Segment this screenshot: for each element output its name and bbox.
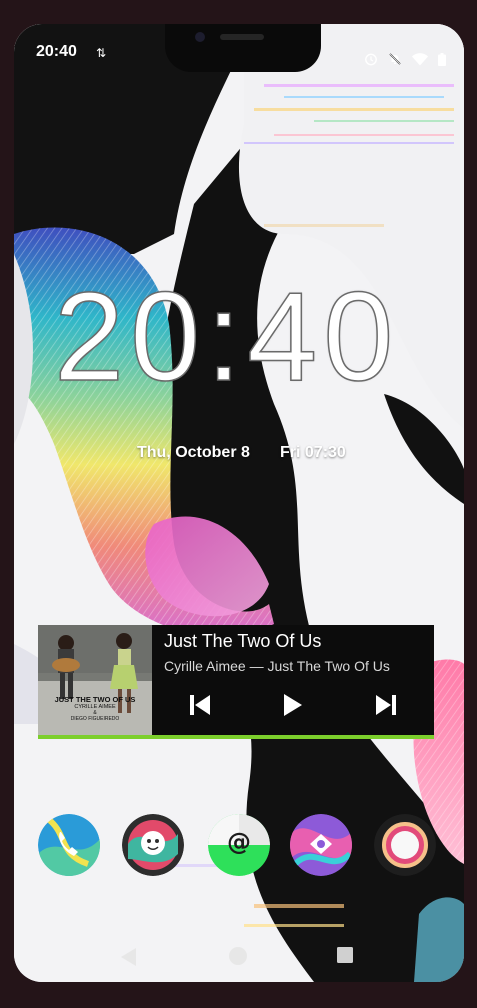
lock-screen: 20:40 ⇅ 20:40 Thu, October 8 Fri 07:30 J… xyxy=(14,24,464,982)
svg-text:@: @ xyxy=(227,828,251,856)
earpiece xyxy=(220,34,264,40)
browser-app-icon[interactable] xyxy=(290,814,352,876)
track-artist-album: Cyrille Aimee — Just The Two Of Us xyxy=(164,658,390,674)
clock-time: 20:40 xyxy=(53,266,400,407)
phone-app-icon[interactable] xyxy=(38,814,100,876)
next-icon[interactable] xyxy=(372,691,400,719)
album-caption: JUST THE TWO OF US CYRILLE AIMEE & DIEGO… xyxy=(38,695,152,722)
wifi-icon xyxy=(412,52,428,65)
album-title: JUST THE TWO OF US xyxy=(54,695,136,704)
album-art: JUST THE TWO OF US CYRILLE AIMEE & DIEGO… xyxy=(38,625,152,735)
track-title: Just The Two Of Us xyxy=(164,631,322,651)
next-alarm[interactable]: Fri 07:30 xyxy=(280,444,346,462)
previous-icon[interactable] xyxy=(186,691,214,719)
home-icon[interactable] xyxy=(228,946,248,966)
display-notch xyxy=(165,24,321,72)
status-icons xyxy=(364,52,446,66)
battery-icon xyxy=(438,52,446,66)
album-line4: DIEGO FIGUEIREDO xyxy=(70,716,120,722)
messages-app-icon[interactable] xyxy=(122,814,184,876)
back-icon[interactable] xyxy=(118,946,140,968)
data-transfer-icon: ⇅ xyxy=(96,46,107,60)
lockscreen-clock: 20:40 xyxy=(53,266,434,407)
recents-icon[interactable] xyxy=(336,946,354,964)
media-notification[interactable]: JUST THE TWO OF US CYRILLE AIMEE & DIEGO… xyxy=(38,625,434,739)
email-app-icon[interactable]: @ xyxy=(208,814,270,876)
play-icon[interactable] xyxy=(278,691,306,719)
notifications-off-icon xyxy=(389,53,401,65)
phone-frame: 20:40 ⇅ 20:40 Thu, October 8 Fri 07:30 J… xyxy=(0,0,477,1008)
alarm-icon xyxy=(365,53,377,66)
lockscreen-date: Thu, October 8 xyxy=(137,444,250,461)
front-camera xyxy=(195,32,205,42)
camera-app-icon[interactable] xyxy=(374,814,436,876)
status-time: 20:40 xyxy=(36,43,77,60)
